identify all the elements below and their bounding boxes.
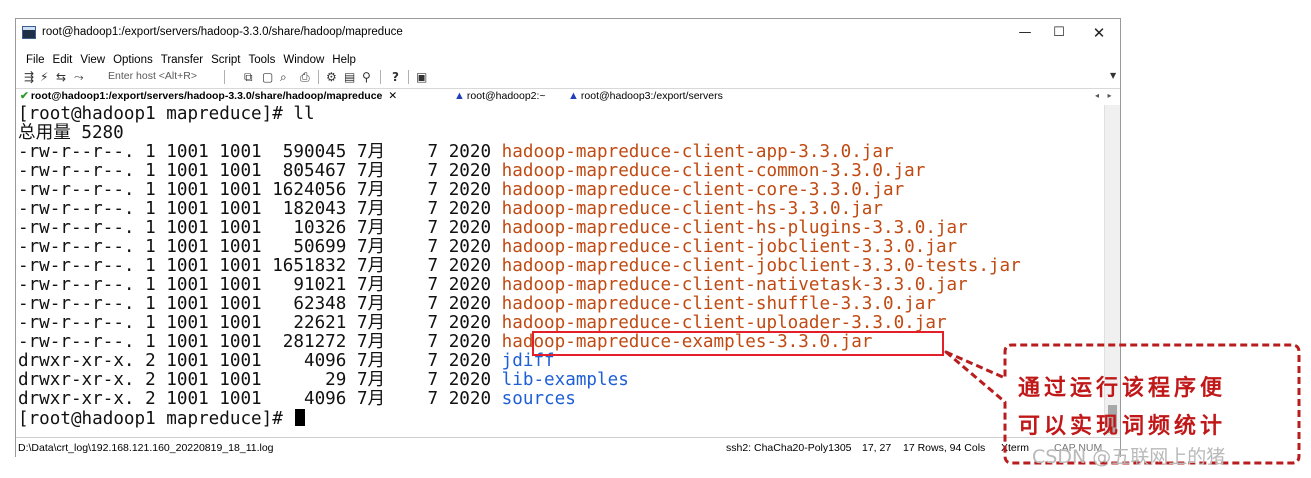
watermark: CSDN @五联网上的猪	[1032, 446, 1226, 468]
callout-line: 通过运行该程序便	[1018, 376, 1227, 401]
callout-line: 可以实现词频统计	[1018, 414, 1227, 439]
callout-text: 通过运行该程序便 可以实现词频统计	[1018, 370, 1300, 446]
